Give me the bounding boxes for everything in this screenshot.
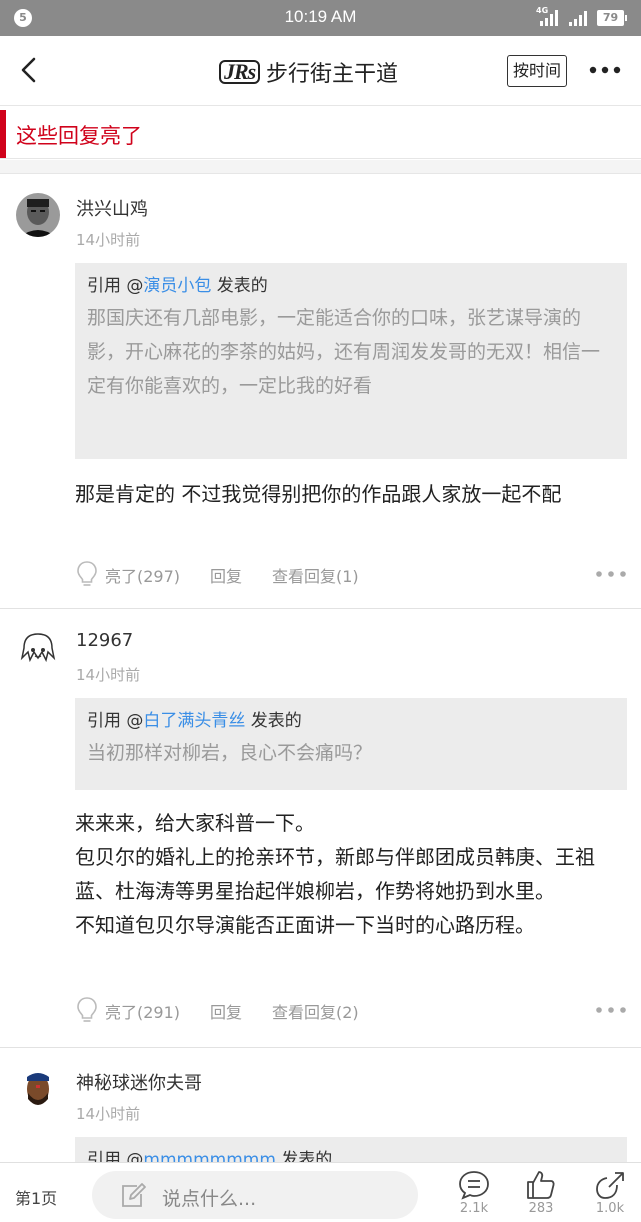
comment-item: 洪兴山鸡 14小时前 引用 @演员小包 发表的 那国庆还有几部电影，一定能适合你… bbox=[0, 175, 641, 609]
comment-text: 来来来，给大家科普一下。 包贝尔的婚礼上的抢亲环节，新郎与伴郎团成员韩庚、王祖蓝… bbox=[75, 806, 627, 942]
comment-item: 12967 14小时前 引用 @白了满头青丝 发表的 当初那样对柳岩，良心不会痛… bbox=[0, 610, 641, 1048]
battery-indicator: 79 bbox=[597, 10, 627, 26]
share-button[interactable]: 1.0k bbox=[590, 1169, 630, 1219]
avatar[interactable] bbox=[16, 1067, 60, 1111]
reply-button[interactable]: 回复 bbox=[210, 563, 242, 587]
quote-text: 当初那样对柳岩，良心不会痛吗？ bbox=[87, 742, 373, 764]
quote-header: 引用 @白了满头青丝 发表的 bbox=[87, 711, 302, 731]
highlight-section-header: 这些回复亮了 bbox=[0, 107, 641, 159]
reply-button[interactable]: 回复 bbox=[210, 999, 242, 1023]
signal-icon bbox=[569, 11, 587, 26]
comment-icon bbox=[459, 1171, 489, 1200]
more-icon[interactable] bbox=[588, 62, 622, 78]
nav-header: JRs 步行街主干道 按时间 bbox=[0, 36, 641, 106]
quote-author-link[interactable]: 演员小包 bbox=[143, 276, 211, 296]
bulb-icon[interactable] bbox=[75, 996, 99, 1024]
bulb-icon[interactable] bbox=[75, 560, 99, 588]
comment-line: 包贝尔的婚礼上的抢亲环节，新郎与伴郎团成员韩庚、王祖蓝、杜海涛等男星抬起伴娘柳岩… bbox=[75, 845, 595, 903]
view-replies-link[interactable]: 查看回复(2) bbox=[272, 999, 359, 1023]
back-arrow-icon[interactable] bbox=[14, 54, 46, 86]
avatar[interactable] bbox=[16, 628, 60, 672]
likes-count: 283 bbox=[528, 1201, 554, 1216]
bottom-toolbar: 第1页 说点什么... 2.1k 283 1.0k bbox=[0, 1162, 641, 1222]
divider bbox=[0, 160, 641, 174]
username[interactable]: 神秘球迷你夫哥 bbox=[76, 1069, 202, 1095]
comment-time: 14小时前 bbox=[76, 1105, 141, 1123]
comment-time: 14小时前 bbox=[76, 666, 141, 684]
comment-more-icon[interactable] bbox=[595, 1004, 627, 1016]
comments-button[interactable]: 2.1k bbox=[454, 1169, 494, 1219]
view-replies-link[interactable]: 查看回复(1) bbox=[272, 563, 359, 587]
quote-header: 引用 @mmmmmmmm 发表的 bbox=[87, 1147, 615, 1162]
comment-actions: 亮了(297) 回复 查看回复(1) bbox=[75, 560, 627, 590]
share-icon bbox=[596, 1172, 624, 1199]
shares-count: 1.0k bbox=[595, 1201, 625, 1216]
username[interactable]: 12967 bbox=[76, 630, 133, 651]
thumbs-up-icon bbox=[527, 1171, 555, 1199]
like-post-button[interactable]: 283 bbox=[521, 1169, 561, 1219]
section-accent-bar bbox=[0, 110, 6, 158]
username[interactable]: 洪兴山鸡 bbox=[76, 195, 148, 221]
jrs-logo: JRs bbox=[219, 59, 261, 85]
pencil-icon bbox=[122, 1183, 146, 1207]
page-title: 步行街主干道 bbox=[266, 62, 399, 87]
comment-actions: 亮了(291) 回复 查看回复(2) bbox=[75, 996, 627, 1026]
section-label: 这些回复亮了 bbox=[16, 124, 142, 148]
quote-block: 引用 @mmmmmmmm 发表的 bbox=[75, 1137, 627, 1162]
comment-text: 那是肯定的 不过我觉得别把你的作品跟人家放一起不配 bbox=[75, 482, 562, 506]
comments-count: 2.1k bbox=[459, 1201, 489, 1216]
comment-placeholder: 说点什么... bbox=[162, 1188, 257, 1210]
comment-item: 神秘球迷你夫哥 14小时前 引用 @mmmmmmmm 发表的 bbox=[0, 1049, 641, 1162]
quote-block: 引用 @白了满头青丝 发表的 当初那样对柳岩，良心不会痛吗？ bbox=[75, 698, 627, 790]
comment-time: 14小时前 bbox=[76, 231, 141, 249]
like-button[interactable]: 亮了(291) bbox=[105, 999, 180, 1023]
comment-input[interactable]: 说点什么... bbox=[92, 1171, 418, 1219]
quote-text: 那国庆还有几部电影，一定能适合你的口味，张艺谋导演的影，开心麻花的李茶的姑妈，还… bbox=[87, 307, 601, 397]
quote-block: 引用 @演员小包 发表的 那国庆还有几部电影，一定能适合你的口味，张艺谋导演的影… bbox=[75, 263, 627, 459]
page-indicator[interactable]: 第1页 bbox=[15, 1185, 57, 1209]
status-bar: 5 10:19 AM 4G 79 bbox=[0, 0, 641, 36]
like-button[interactable]: 亮了(297) bbox=[105, 563, 180, 587]
avatar[interactable] bbox=[16, 193, 60, 237]
comment-more-icon[interactable] bbox=[595, 568, 627, 580]
comment-line: 不知道包贝尔导演能否正面讲一下当时的心路历程。 bbox=[75, 913, 535, 937]
sort-by-time-button[interactable]: 按时间 bbox=[507, 55, 567, 87]
quote-author-link[interactable]: mmmmmmmm bbox=[143, 1150, 275, 1162]
quote-author-link[interactable]: 白了满头青丝 bbox=[143, 711, 245, 731]
comment-line: 来来来，给大家科普一下。 bbox=[75, 811, 315, 835]
quote-header: 引用 @演员小包 发表的 bbox=[87, 276, 268, 296]
signal-icon bbox=[540, 10, 558, 26]
